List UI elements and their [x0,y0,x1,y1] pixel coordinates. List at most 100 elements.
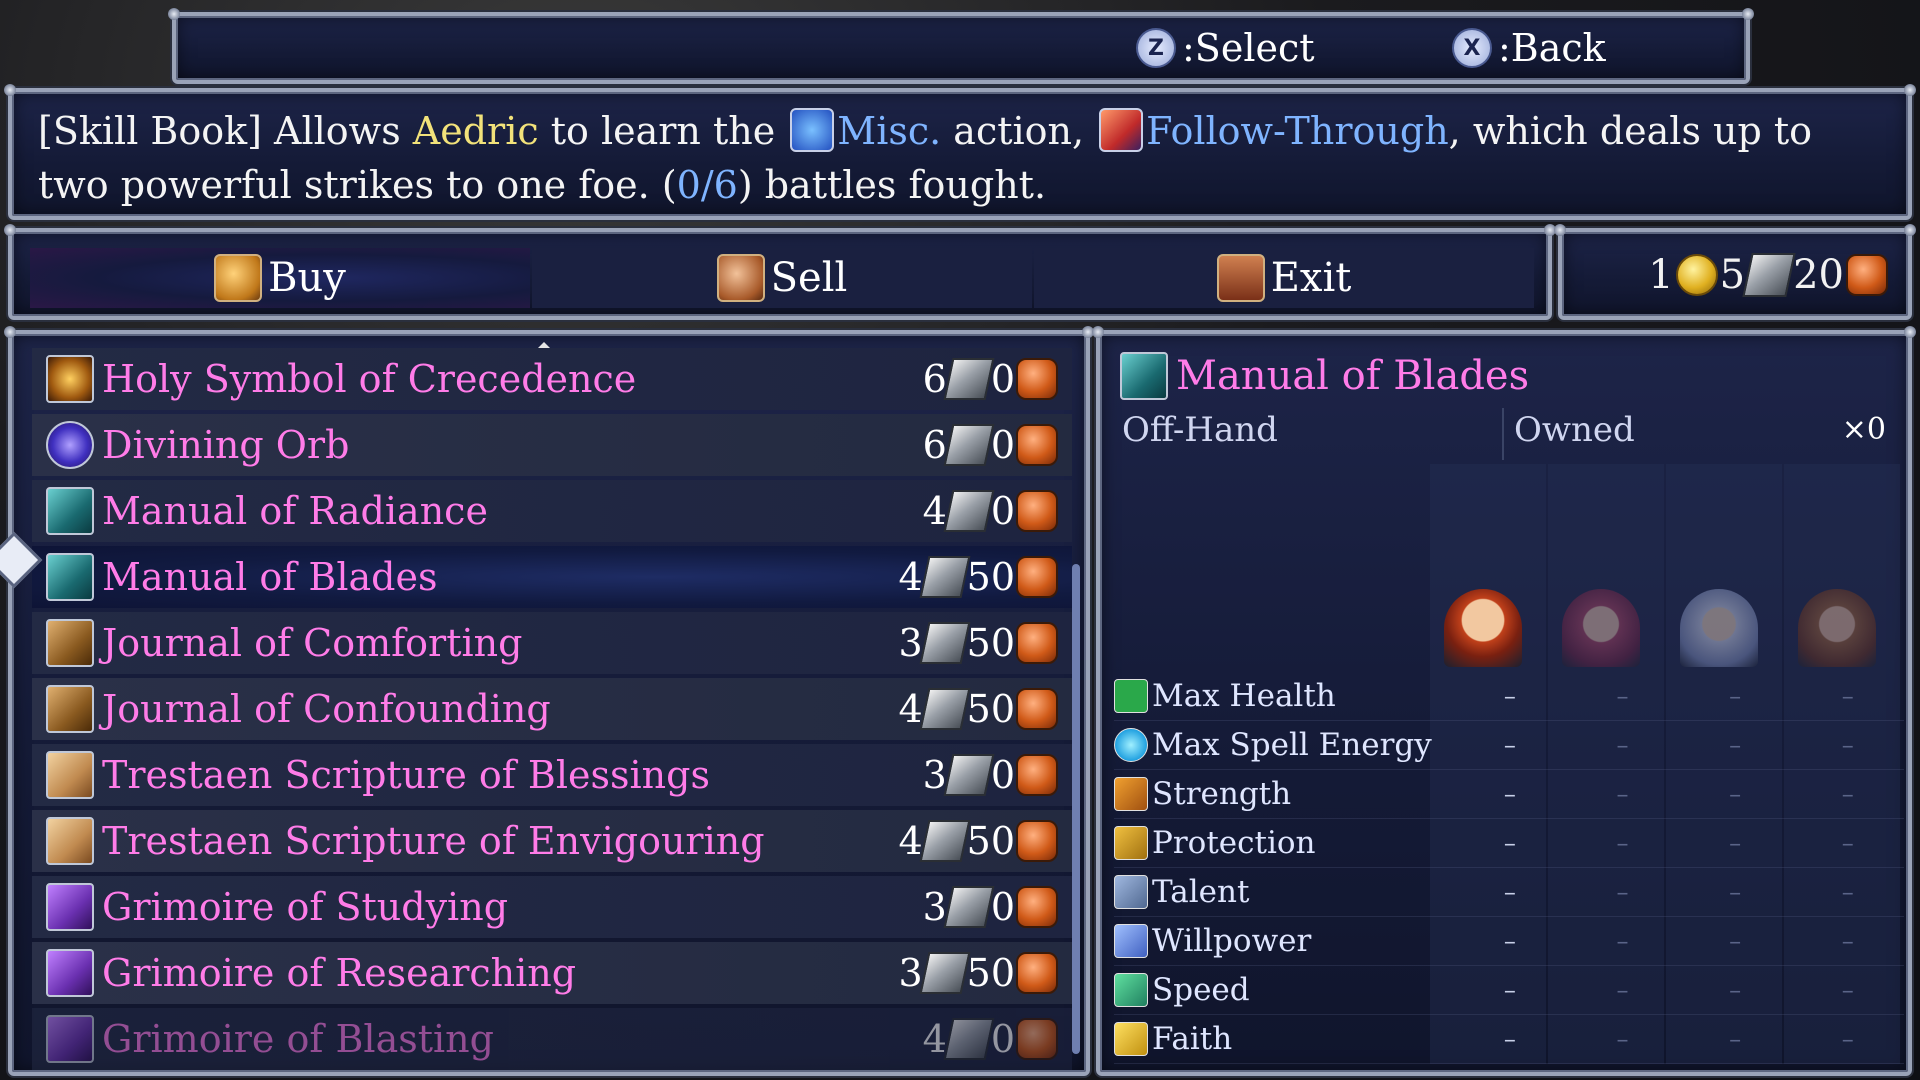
stat-value: – [1503,682,1516,710]
stat-name: Max Health [1152,678,1336,714]
stat-row: Willpower – – – – [1114,917,1904,966]
list-item[interactable]: Manual of Radiance 4 0 [32,480,1072,542]
owned-label: Owned [1514,410,1635,450]
price-copper: 50 [966,621,1015,665]
gold-amount: 1 [1648,252,1674,298]
stat-name: Strength [1152,776,1292,812]
holy-symbol-icon [46,355,94,403]
list-item[interactable]: Journal of Confounding 4 50 [32,678,1072,740]
price-silver: 3 [898,951,923,995]
journal-icon [46,685,94,733]
list-item[interactable]: Grimoire of Researching 3 50 [32,942,1072,1004]
copper-coin-icon [1016,556,1058,598]
health-icon [1114,679,1148,713]
price-silver: 3 [922,753,947,797]
stat-name: Willpower [1152,923,1312,959]
item-name: Manual of Blades [102,555,438,599]
silver-coin-icon [943,754,995,796]
stat-value: – [1841,1025,1854,1053]
party-portrait [1798,589,1876,667]
stat-value: – [1841,976,1854,1004]
list-item[interactable]: Grimoire of Studying 3 0 [32,876,1072,938]
speed-icon [1114,973,1148,1007]
copper-coin-icon [1016,754,1058,796]
price-silver: 4 [898,819,923,863]
silver-coin-icon [943,424,995,466]
divider [1502,408,1504,460]
list-item[interactable]: Manual of Blades 4 50 [32,546,1072,608]
copper-coin-icon [1016,886,1058,928]
silver-coin-icon [943,886,995,928]
tab-sell[interactable]: Sell [532,248,1032,308]
select-hint-label: :Select [1182,26,1315,70]
stat-value: – [1729,731,1742,759]
exit-door-icon [1216,254,1265,302]
stat-value: – [1729,829,1742,857]
willpower-icon [1114,924,1148,958]
party-portrait [1680,589,1758,667]
controls-hint-bar: Z :Select X :Back [168,8,1754,84]
silver-coin-icon [943,490,995,532]
stat-value: – [1616,682,1629,710]
price-copper: 0 [990,489,1015,533]
desc-progress: 0/6 [676,163,738,207]
item-name: Grimoire of Studying [102,885,509,929]
item-price: 60 [923,423,1058,467]
item-description: [Skill Book] Allows Aedric to learn the … [38,104,1878,212]
stat-value: – [1503,927,1516,955]
party-portrait-aedric [1444,589,1522,667]
stat-row: Faith – – – – [1114,1015,1904,1064]
scripture-icon [46,751,94,799]
copper-coin-icon [1016,358,1058,400]
scrollbar[interactable] [1072,564,1080,1054]
price-silver: 6 [922,357,947,401]
desc-character: Aedric [412,109,539,153]
price-copper: 50 [966,819,1015,863]
stat-value: – [1503,731,1516,759]
gold-coin-icon [1675,254,1718,296]
tab-exit[interactable]: Exit [1034,248,1534,308]
stat-name: Talent [1152,874,1250,910]
grimoire-icon [46,1015,94,1063]
list-item[interactable]: Divining Orb 6 0 [32,414,1072,476]
copper-amount: 20 [1793,252,1844,298]
item-price: 3 50 [898,951,1058,995]
stat-value: – [1616,927,1629,955]
list-item[interactable]: Grimoire of Blasting 4 0 [32,1008,1072,1070]
party-portrait [1562,589,1640,667]
silver-coin-icon [919,556,971,598]
list-item[interactable]: Trestaen Scripture of Envigouring 4 50 [32,810,1072,872]
item-list: Holy Symbol of Crecedence 6 0 Divining Orb 6… [32,348,1072,1074]
currency-panel: 1 5 20 [1554,224,1916,320]
stat-value: – [1503,878,1516,906]
item-price: 60 [923,357,1058,401]
silver-coin-icon [919,952,971,994]
price-silver: 4 [922,489,947,533]
item-name: Journal of Comforting [102,621,523,665]
stat-value: – [1841,682,1854,710]
stat-row: Max Health – – – – [1114,672,1904,721]
item-name: Grimoire of Blasting [102,1017,494,1061]
stat-value: – [1503,780,1516,808]
list-item[interactable]: Trestaen Scripture of Blessings 3 0 [32,744,1072,806]
silver-coin-icon [943,1018,995,1060]
stat-value: – [1729,682,1742,710]
price-silver: 4 [898,555,923,599]
list-item[interactable]: Holy Symbol of Crecedence 6 0 [32,348,1072,410]
tab-buy[interactable]: Buy [30,248,530,308]
item-price: 4 50 [898,819,1058,863]
price-copper: 0 [990,1017,1015,1061]
silver-coin-icon [1742,253,1796,297]
stat-value: – [1841,927,1854,955]
price-copper: 50 [966,687,1015,731]
stat-value: – [1616,878,1629,906]
stat-name: Max Spell Energy [1152,727,1432,763]
stat-value: – [1729,927,1742,955]
item-name: Divining Orb [102,423,350,467]
list-item[interactable]: Journal of Comforting 3 50 [32,612,1072,674]
price-silver: 3 [898,621,923,665]
item-price: 40 [923,489,1058,533]
spell-energy-icon [1114,728,1148,762]
item-name: Trestaen Scripture of Envigouring [102,819,765,863]
price-silver: 3 [922,885,947,929]
